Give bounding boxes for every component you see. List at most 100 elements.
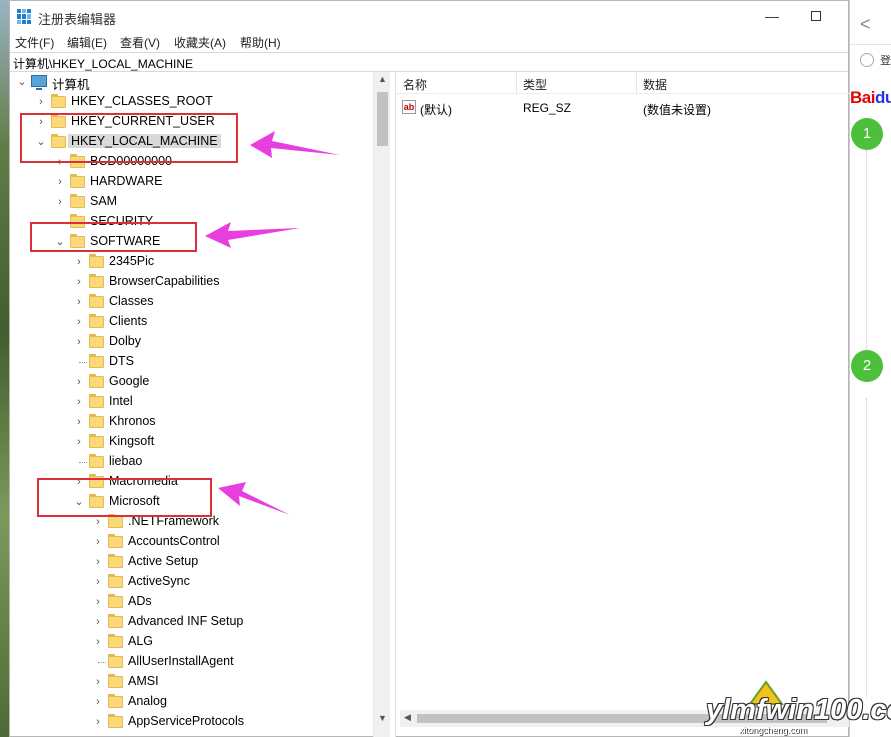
tree-item-key[interactable]: › Intel: [10, 392, 373, 412]
scroll-left-icon[interactable]: ◀: [404, 712, 411, 723]
computer-icon: [31, 75, 47, 90]
tree-item-key[interactable]: › 2345Pic: [10, 252, 373, 272]
scroll-down-icon[interactable]: ▼: [378, 713, 387, 723]
chevron-right-icon[interactable]: ›: [92, 515, 104, 529]
chevron-right-icon[interactable]: ›: [92, 635, 104, 649]
folder-icon: [108, 694, 123, 708]
chevron-right-icon[interactable]: ›: [73, 335, 85, 349]
chevron-right-icon[interactable]: ›: [73, 395, 85, 409]
tree-root-computer[interactable]: ⌄ 计算机: [10, 72, 373, 92]
folder-icon: [108, 614, 123, 628]
folder-icon: [89, 294, 104, 308]
menu-favorites[interactable]: 收藏夹(A): [174, 34, 226, 51]
tree-item-label: Analog: [128, 694, 167, 708]
folder-icon: [108, 594, 123, 608]
value-data: (数值未设置): [643, 103, 711, 117]
folder-icon: [108, 714, 123, 728]
tree-item-key[interactable]: › AMSI: [10, 672, 373, 692]
chevron-right-icon[interactable]: ›: [54, 195, 66, 209]
logo-text-blue: du: [874, 88, 891, 107]
watermark-subtext: xitongcheng.com: [739, 725, 808, 735]
chevron-right-icon[interactable]: ›: [73, 295, 85, 309]
chevron-right-icon[interactable]: ›: [73, 275, 85, 289]
chevron-right-icon[interactable]: ›: [73, 255, 85, 269]
tree-item-key[interactable]: › Kingsoft: [10, 432, 373, 452]
tree-item-key[interactable]: › Active Setup: [10, 552, 373, 572]
chevron-right-icon[interactable]: ›: [92, 675, 104, 689]
folder-icon: [108, 534, 123, 548]
tree-item-key[interactable]: › ActiveSync: [10, 572, 373, 592]
menu-bar: 文件(F) 编辑(E) 查看(V) 收藏夹(A) 帮助(H): [10, 32, 848, 52]
column-name[interactable]: 名称: [403, 76, 427, 93]
chevron-right-icon[interactable]: ›: [54, 175, 66, 189]
menu-file[interactable]: 文件(F): [15, 34, 54, 51]
column-divider[interactable]: [516, 72, 517, 94]
scroll-up-icon[interactable]: ▲: [378, 74, 387, 84]
chevron-right-icon[interactable]: ›: [73, 435, 85, 449]
menu-help[interactable]: 帮助(H): [240, 34, 281, 51]
highlight-box-microsoft: [37, 478, 212, 517]
chevron-right-icon[interactable]: ›: [92, 595, 104, 609]
chevron-right-icon[interactable]: ›: [35, 95, 47, 109]
menu-edit[interactable]: 编辑(E): [67, 34, 107, 51]
folder-icon: [89, 374, 104, 388]
list-item[interactable]: ab (默认) REG_SZ (数值未设置): [396, 98, 850, 118]
chevron-right-icon[interactable]: ›: [73, 415, 85, 429]
chevron-down-icon[interactable]: ⌄: [16, 75, 28, 89]
key-tree: ⌄ 计算机 › HKEY_CLASSES_ROOT › HKEY_CURRENT_USER…: [10, 72, 390, 737]
tree-item-key[interactable]: liebao: [10, 452, 373, 472]
regedit-icon: [17, 9, 32, 24]
tree-item-label: SAM: [90, 194, 118, 208]
watermark-text: ylmfwin100.com: [706, 694, 891, 726]
tree-vertical-scrollbar[interactable]: ▲ ▼: [373, 72, 390, 737]
scroll-thumb[interactable]: [377, 92, 388, 146]
tree-item-label: HARDWARE: [90, 174, 163, 188]
column-data[interactable]: 数据: [643, 76, 667, 93]
baidu-logo[interactable]: Baidu: [850, 88, 891, 108]
tree-item-key[interactable]: › SAM: [10, 192, 373, 212]
folder-icon: [108, 634, 123, 648]
chevron-right-icon[interactable]: ›: [92, 615, 104, 629]
tree-item-label: 2345Pic: [109, 254, 155, 268]
tree-item-key[interactable]: DTS: [10, 352, 373, 372]
back-arrow-icon[interactable]: <: [860, 14, 871, 35]
tree-item-key[interactable]: › AppServiceProtocols: [10, 712, 373, 732]
tree-item-key[interactable]: › ALG: [10, 632, 373, 652]
tree-item-key[interactable]: › Advanced INF Setup: [10, 612, 373, 632]
tree-item-key[interactable]: › ADs: [10, 592, 373, 612]
tree-item-key[interactable]: › BrowserCapabilities: [10, 272, 373, 292]
chevron-right-icon[interactable]: ›: [92, 715, 104, 729]
highlight-box-software: [30, 222, 197, 252]
tree-item-key[interactable]: › HARDWARE: [10, 172, 373, 192]
address-text: 计算机\HKEY_LOCAL_MACHINE: [13, 57, 194, 71]
tree-item-label: AppServiceProtocols: [128, 714, 245, 728]
tree-item-key[interactable]: › Analog: [10, 692, 373, 712]
tree-item-key[interactable]: › Clients: [10, 312, 373, 332]
chevron-right-icon[interactable]: ›: [92, 535, 104, 549]
chevron-right-icon[interactable]: ›: [92, 695, 104, 709]
tree-item-hive[interactable]: › HKEY_CLASSES_ROOT: [10, 92, 373, 112]
column-divider[interactable]: [636, 72, 637, 94]
tree-item-key[interactable]: › Dolby: [10, 332, 373, 352]
chevron-right-icon[interactable]: ›: [92, 575, 104, 589]
step-connector: [866, 398, 867, 698]
minimize-button[interactable]: —: [750, 3, 794, 31]
tree-item-key[interactable]: › AccountsControl: [10, 532, 373, 552]
chevron-right-icon[interactable]: ›: [92, 555, 104, 569]
user-icon[interactable]: [860, 53, 874, 67]
chevron-right-icon[interactable]: ›: [73, 375, 85, 389]
maximize-button[interactable]: [794, 3, 838, 31]
tree-item-key[interactable]: › Google: [10, 372, 373, 392]
menu-view[interactable]: 查看(V): [120, 34, 160, 51]
login-text[interactable]: 登: [880, 52, 891, 68]
tree-item-label: DTS: [109, 354, 134, 368]
tree-item-label: BrowserCapabilities: [109, 274, 220, 288]
chevron-right-icon[interactable]: ›: [73, 315, 85, 329]
tree-item-key[interactable]: › Khronos: [10, 412, 373, 432]
folder-icon: [89, 414, 104, 428]
column-type[interactable]: 类型: [523, 76, 547, 93]
address-bar[interactable]: 计算机\HKEY_LOCAL_MACHINE: [10, 52, 848, 72]
tree-item-key[interactable]: › Classes: [10, 292, 373, 312]
tree-item-key[interactable]: AllUserInstallAgent: [10, 652, 373, 672]
folder-icon: [108, 674, 123, 688]
